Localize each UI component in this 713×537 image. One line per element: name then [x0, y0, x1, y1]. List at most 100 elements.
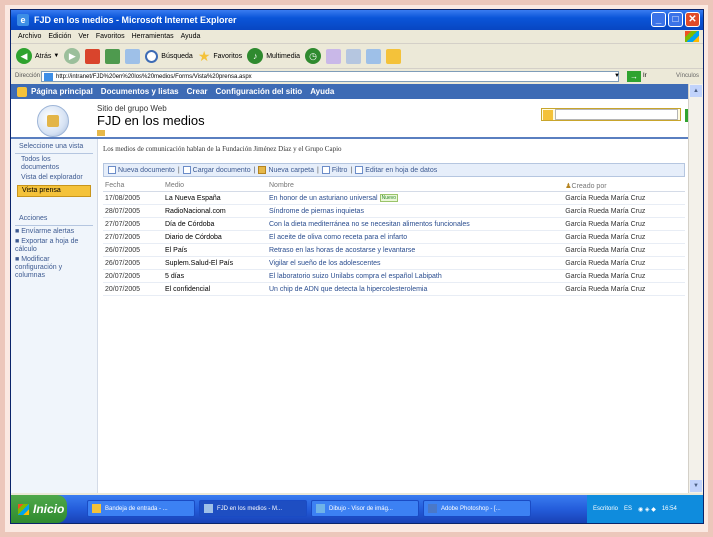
new-folder-button[interactable]: Nueva carpeta — [268, 167, 314, 174]
view-vista-prensa[interactable]: Vista prensa — [17, 185, 91, 197]
scroll-up-icon[interactable]: ▲ — [690, 85, 702, 97]
multimedia-label: Multimedia — [266, 52, 301, 60]
cell-date: 20/07/2005 — [103, 269, 163, 283]
task-photoshop[interactable]: Adobe Photoshop - [... — [423, 500, 531, 517]
mail-button[interactable] — [326, 48, 342, 64]
edit-datasheet-button[interactable]: Editar en hoja de datos — [365, 167, 437, 174]
action-modificar[interactable]: ■ Modificar configuración y columnas — [11, 254, 91, 280]
cell-date: 28/07/2005 — [103, 204, 163, 218]
filter-button[interactable]: Filtro — [332, 167, 348, 174]
document-link[interactable]: El aceite de oliva como receta para el i… — [269, 234, 407, 241]
task-fjd[interactable]: FJD en los medios - M... — [199, 500, 307, 517]
documents-table: Fecha Medio Nombre ♟Creado por 17/08/200… — [103, 180, 685, 296]
table-row: 20/07/2005 El confidencial Un chip de AD… — [103, 282, 685, 296]
menu-ayuda[interactable]: Ayuda — [181, 33, 201, 40]
action-exportar[interactable]: ■ Exportar a hoja de cálculo — [11, 236, 91, 254]
scroll-down-icon[interactable]: ▼ — [690, 480, 702, 492]
home-button[interactable] — [125, 48, 141, 64]
cell-author[interactable]: García Rueda María Cruz — [563, 204, 685, 218]
go-arrow-icon[interactable]: → — [627, 70, 641, 82]
column-fecha[interactable]: Fecha — [103, 180, 163, 192]
cell-author[interactable]: García Rueda María Cruz — [563, 217, 685, 231]
column-creado-por[interactable]: ♟Creado por — [563, 180, 685, 192]
document-link[interactable]: En honor de un asturiano universal — [269, 195, 378, 202]
print-button[interactable] — [346, 48, 362, 64]
print-icon — [346, 48, 362, 64]
minimize-button[interactable]: _ — [651, 12, 666, 27]
desktop-toolbar[interactable]: Escritorio — [593, 506, 618, 512]
cell-nombre: Síndrome de piernas inquietas — [267, 204, 564, 218]
document-link[interactable]: Retraso en las horas de acostarse y leva… — [269, 247, 415, 254]
site-search-input[interactable] — [555, 109, 678, 120]
document-link[interactable]: Con la dieta mediterránea no se necesita… — [269, 221, 470, 228]
tray-icons[interactable]: ◉ ◈ ◆ — [638, 506, 656, 513]
vertical-scrollbar[interactable]: ▲ ▼ — [688, 84, 703, 493]
new-document-button[interactable]: Nueva documento — [118, 167, 175, 174]
new-badge: Nuevo — [379, 194, 399, 202]
nav-crear[interactable]: Crear — [187, 87, 208, 96]
view-todos-los-documentos[interactable]: Todos los documentos — [11, 154, 87, 172]
site-subtitle[interactable]: Sitio del grupo Web — [97, 104, 167, 113]
document-link[interactable]: Un chip de ADN que detecta la hipercoles… — [269, 286, 427, 293]
cell-date: 27/07/2005 — [103, 230, 163, 244]
search-scope-icon — [543, 109, 553, 120]
start-label: Inicio — [33, 502, 65, 516]
search-button[interactable]: Búsqueda — [145, 49, 193, 63]
maximize-button[interactable]: □ — [668, 12, 683, 27]
stop-button[interactable] — [85, 48, 101, 64]
nav-ayuda[interactable]: Ayuda — [310, 87, 334, 96]
datasheet-icon — [355, 166, 364, 174]
table-row: 28/07/2005 RadioNacional.com Síndrome de… — [103, 204, 685, 218]
cell-author[interactable]: García Rueda María Cruz — [563, 282, 685, 296]
action-alertas[interactable]: ■ Envíarme alertas — [11, 226, 91, 236]
cell-author[interactable]: García Rueda María Cruz — [563, 269, 685, 283]
close-button[interactable]: ✕ — [685, 12, 700, 27]
menu-edicion[interactable]: Edición — [48, 33, 71, 40]
nav-documentos-y-listas[interactable]: Documentos y listas — [101, 87, 179, 96]
task-photoshop-label: Adobe Photoshop - [... — [441, 505, 501, 512]
cell-author[interactable]: García Rueda María Cruz — [563, 256, 685, 270]
address-input[interactable]: http://intranet/FJD%20en%20los%20medios/… — [41, 70, 619, 82]
forward-button[interactable]: ▶ — [64, 48, 81, 64]
start-button[interactable]: Inicio — [11, 495, 67, 523]
messenger-button[interactable] — [386, 48, 402, 64]
standard-toolbar: ◀ Atrás ▼ ▶ Búsqueda ★ Favoritos ♪ Multi… — [11, 44, 703, 69]
history-button[interactable]: ◷ — [305, 48, 322, 64]
menu-archivo[interactable]: Archivo — [18, 33, 41, 40]
language-indicator[interactable]: ES — [624, 506, 632, 512]
edit-button[interactable] — [366, 48, 382, 64]
nav-pagina-principal[interactable]: Página principal — [31, 87, 93, 96]
address-label: Dirección — [15, 73, 41, 79]
nav-configuracion[interactable]: Configuración del sitio — [216, 87, 303, 96]
links-label[interactable]: Vínculos — [676, 73, 699, 79]
table-row: 26/07/2005 Suplem.Salud-El País Vigilar … — [103, 256, 685, 270]
back-button[interactable]: ◀ Atrás ▼ — [16, 48, 59, 64]
cell-nombre: Retraso en las horas de acostarse y leva… — [267, 243, 564, 257]
document-link[interactable]: El laboratorio suizo Unilabs compra el e… — [269, 273, 442, 280]
upload-document-button[interactable]: Cargar documento — [193, 167, 251, 174]
document-link[interactable]: Vigilar el sueño de los adolescentes — [269, 260, 381, 267]
refresh-button[interactable] — [105, 48, 121, 64]
task-dibujo[interactable]: Dibujo - Visor de imág... — [311, 500, 419, 517]
column-medio[interactable]: Medio — [163, 180, 267, 192]
cell-author[interactable]: García Rueda María Cruz — [563, 230, 685, 244]
task-bandeja[interactable]: Bandeja de entrada - ... — [87, 500, 195, 517]
menu-ver[interactable]: Ver — [78, 33, 89, 40]
favorites-button[interactable]: ★ Favoritos — [198, 48, 242, 65]
multimedia-button[interactable]: ♪ Multimedia — [247, 48, 300, 64]
cell-author[interactable]: García Rueda María Cruz — [563, 191, 685, 205]
menu-favoritos[interactable]: Favoritos — [96, 33, 125, 40]
search-label: Búsqueda — [161, 52, 193, 60]
filter-icon — [321, 166, 330, 174]
task-fjd-label: FJD en los medios - M... — [217, 505, 283, 512]
column-nombre[interactable]: Nombre — [267, 180, 564, 192]
document-link[interactable]: Síndrome de piernas inquietas — [269, 208, 364, 215]
menu-herramientas[interactable]: Herramientas — [132, 33, 174, 40]
new-folder-icon — [258, 166, 267, 174]
go-label[interactable]: Ir — [643, 73, 647, 79]
cell-author[interactable]: García Rueda María Cruz — [563, 243, 685, 257]
address-dropdown-icon[interactable]: ▼ — [614, 73, 620, 79]
cell-date: 17/08/2005 — [103, 191, 163, 205]
view-vista-del-explorador[interactable]: Vista del explorador — [11, 172, 87, 182]
table-row: 17/08/2005 La Nueva España En honor de u… — [103, 191, 685, 205]
